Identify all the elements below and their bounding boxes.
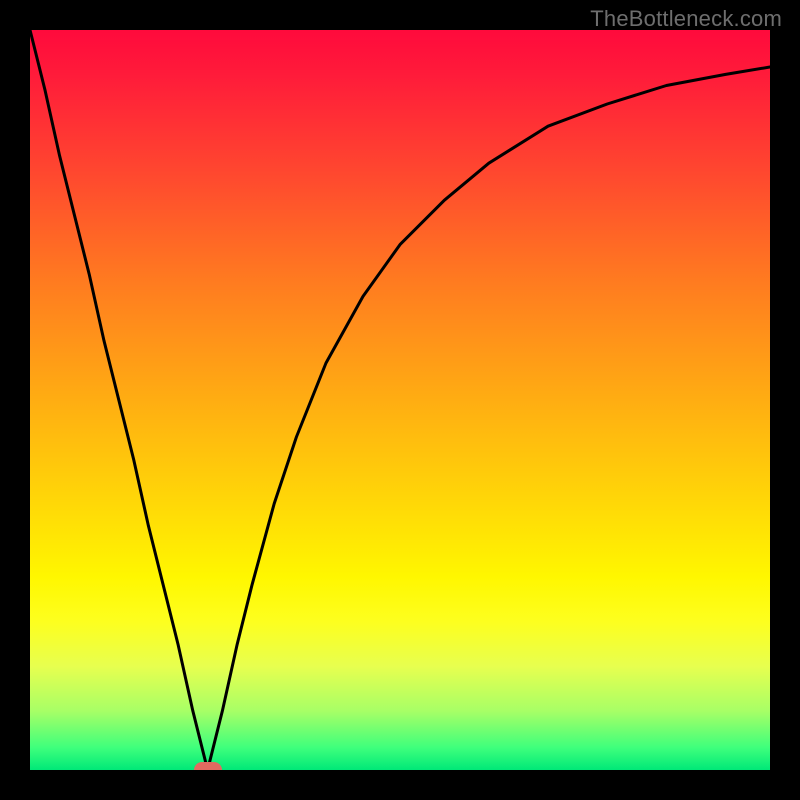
watermark-text: TheBottleneck.com bbox=[590, 6, 782, 32]
optimal-point-marker bbox=[194, 762, 222, 770]
chart-frame: TheBottleneck.com bbox=[0, 0, 800, 800]
bottleneck-curve bbox=[30, 30, 770, 770]
plot-area bbox=[30, 30, 770, 770]
